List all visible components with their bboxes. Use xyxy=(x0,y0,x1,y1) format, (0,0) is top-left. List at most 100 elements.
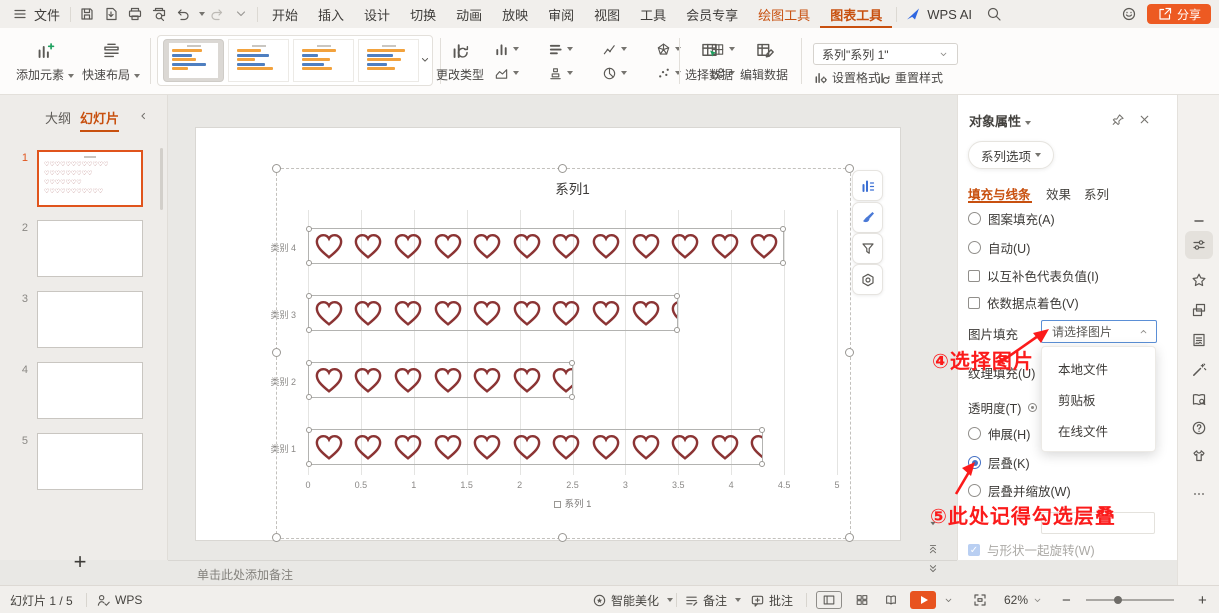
selection-handle[interactable] xyxy=(272,348,281,357)
smart-beautify-button[interactable]: 智能美化 xyxy=(592,586,673,613)
close-panel-icon[interactable] xyxy=(1138,113,1151,126)
menu-item-8[interactable]: 工具 xyxy=(630,0,676,28)
select-data-button[interactable]: 选择数据 xyxy=(685,28,733,81)
chart-style-thumb-1[interactable] xyxy=(163,39,224,82)
menu-item-0[interactable]: 开始 xyxy=(262,0,308,28)
selection-handle[interactable] xyxy=(845,348,854,357)
magic-wand-button[interactable] xyxy=(1190,361,1208,379)
zoom-out-button[interactable]: − xyxy=(1062,586,1071,613)
edit-data-button[interactable]: 编辑数据 xyxy=(740,28,788,81)
series-selector-dropdown[interactable]: 系列"系列 1" xyxy=(813,43,958,65)
radio-stack-and-scale[interactable]: 层叠并缩放(W) xyxy=(968,481,1071,500)
chart-type-tower-button[interactable] xyxy=(540,61,594,85)
selection-handle[interactable] xyxy=(558,164,567,173)
transparency-slider-knob[interactable] xyxy=(1028,403,1037,412)
tab-outline[interactable]: 大纲 xyxy=(45,108,71,127)
help-button[interactable] xyxy=(1190,419,1208,437)
tab-effects[interactable]: 效果 xyxy=(1046,184,1071,203)
chart-type-pie-button[interactable] xyxy=(594,61,648,85)
zoom-level-button[interactable]: 62% xyxy=(1004,586,1043,613)
undo-icon[interactable] xyxy=(171,0,195,28)
export-icon[interactable] xyxy=(99,0,123,28)
selection-handle[interactable] xyxy=(845,533,854,542)
radio-stretch[interactable]: 伸展(H) xyxy=(968,424,1030,443)
zoom-slider-track[interactable] xyxy=(1086,599,1174,601)
sidebar-scrollbar[interactable] xyxy=(160,148,163,210)
slide-canvas[interactable]: 00.511.522.533.544.55系列1类别 4类别 3类别 2类别 1… xyxy=(196,128,900,540)
slide-sorter-view-button[interactable] xyxy=(849,591,875,609)
find-button[interactable] xyxy=(1190,391,1208,409)
slide-thumbnail-4[interactable] xyxy=(37,362,143,419)
slide-thumbnail-3[interactable] xyxy=(37,291,143,348)
menu-item-1[interactable]: 插入 xyxy=(308,0,354,28)
tab-draw-tools[interactable]: 绘图工具 xyxy=(748,0,820,28)
slide-thumbnail-2[interactable] xyxy=(37,220,143,277)
hamburger-icon[interactable] xyxy=(8,0,32,28)
chart-type-bar-button[interactable] xyxy=(540,37,594,61)
chart-type-column-button[interactable] xyxy=(486,37,540,61)
selection-handle[interactable] xyxy=(558,533,567,542)
share-button[interactable]: 分享 xyxy=(1147,4,1211,24)
wps-check-button[interactable]: WPS xyxy=(96,586,142,613)
picture-menu-item-2[interactable]: 在线文件 xyxy=(1042,415,1155,446)
previous-slide-icon[interactable] xyxy=(926,542,940,556)
menu-file[interactable]: 文件 xyxy=(32,0,66,28)
chart-type-line-button[interactable] xyxy=(594,37,648,61)
picture-menu-item-1[interactable]: 剪贴板 xyxy=(1042,384,1155,415)
notes-button[interactable]: 备注 xyxy=(684,586,741,613)
slideshow-play-button[interactable] xyxy=(910,591,936,609)
series-options-dropdown[interactable]: 系列选项 xyxy=(968,141,1054,169)
checkbox-invert-negative[interactable]: 以互补色代表负值(I) xyxy=(968,266,1099,285)
add-element-button[interactable]: 添加元素 xyxy=(16,28,74,81)
picture-menu-item-0[interactable]: 本地文件 xyxy=(1042,353,1155,384)
print-icon[interactable] xyxy=(123,0,147,28)
save-icon[interactable] xyxy=(75,0,99,28)
wps-ai-icon[interactable] xyxy=(901,0,925,28)
fit-screen-icon[interactable] xyxy=(972,592,988,608)
add-slide-button[interactable]: + xyxy=(62,550,98,576)
quick-layout-button[interactable]: 快速布局 xyxy=(82,28,140,81)
gallery-more-icon[interactable] xyxy=(419,54,431,66)
selection-handle[interactable] xyxy=(272,533,281,542)
tab-series[interactable]: 系列 xyxy=(1084,184,1109,203)
search-icon[interactable] xyxy=(982,0,1006,28)
chart-settings-button[interactable] xyxy=(852,264,883,295)
task-pane-button[interactable] xyxy=(1190,331,1208,349)
chart-style-thumb-2[interactable] xyxy=(228,39,289,82)
tab-chart-tools[interactable]: 图表工具 xyxy=(820,0,892,28)
menu-item-7[interactable]: 视图 xyxy=(584,0,630,28)
menu-item-5[interactable]: 放映 xyxy=(492,0,538,28)
wps-ai-label[interactable]: WPS AI xyxy=(925,0,982,28)
chart-style-thumb-4[interactable] xyxy=(358,39,419,82)
collapse-sidebar-icon[interactable] xyxy=(137,110,149,122)
star-button[interactable] xyxy=(1190,271,1208,289)
slide-thumbnail-5[interactable] xyxy=(37,433,143,490)
collapse-button[interactable] xyxy=(1190,212,1208,230)
skin-button[interactable] xyxy=(1190,447,1208,465)
menu-item-2[interactable]: 设计 xyxy=(354,0,400,28)
menu-item-3[interactable]: 切换 xyxy=(400,0,446,28)
radio-stack[interactable]: 层叠(K) xyxy=(968,453,1030,472)
redo-icon[interactable] xyxy=(205,0,229,28)
set-format-button[interactable]: 设置格式 xyxy=(813,69,880,86)
properties-button[interactable] xyxy=(1185,231,1213,259)
menu-item-4[interactable]: 动画 xyxy=(446,0,492,28)
menu-item-6[interactable]: 审阅 xyxy=(538,0,584,28)
shapes-button[interactable] xyxy=(1190,301,1208,319)
chart-style-thumb-3[interactable] xyxy=(293,39,354,82)
chart-filter-button[interactable] xyxy=(852,233,883,264)
menu-item-9[interactable]: 会员专享 xyxy=(676,0,748,28)
picture-select-dropdown[interactable]: 请选择图片 xyxy=(1041,320,1157,343)
selection-handle[interactable] xyxy=(272,164,281,173)
reading-view-button[interactable] xyxy=(878,591,904,609)
radio-pattern-fill[interactable]: 图案填充(A) xyxy=(968,209,1055,228)
comments-button[interactable]: 批注 xyxy=(750,586,793,613)
radio-auto[interactable]: 自动(U) xyxy=(968,238,1030,257)
checkbox-vary-colors[interactable]: 依数据点着色(V) xyxy=(968,293,1079,312)
print-preview-icon[interactable] xyxy=(147,0,171,28)
change-type-button[interactable]: 更改类型 xyxy=(436,28,484,81)
zoom-in-button[interactable]: + xyxy=(1198,586,1207,613)
reset-style-button[interactable]: 重置样式 xyxy=(876,69,943,86)
normal-view-button[interactable] xyxy=(816,591,842,609)
chart-elements-button[interactable] xyxy=(852,170,883,201)
